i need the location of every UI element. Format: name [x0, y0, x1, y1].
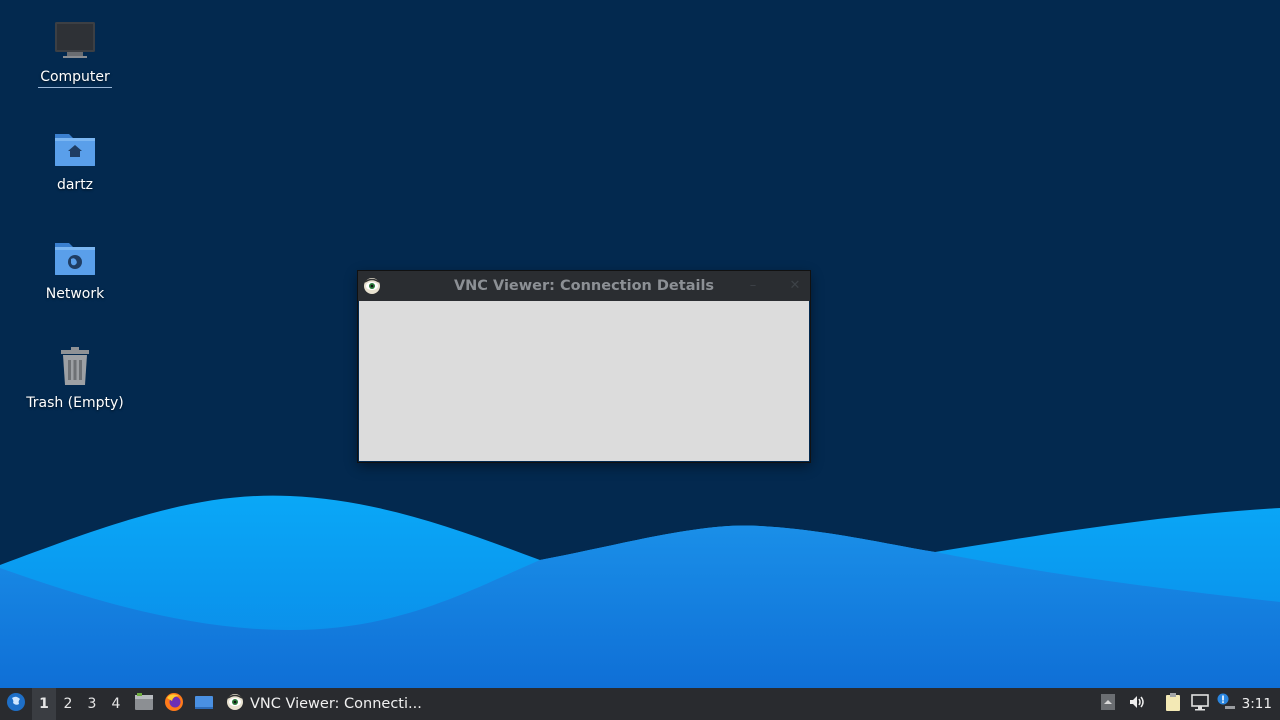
start-menu-button[interactable] — [2, 688, 30, 720]
firefox-icon — [164, 692, 184, 716]
trash-icon — [53, 346, 97, 390]
window-title: VNC Viewer: Connection Details — [453, 278, 715, 294]
desktop-icon-network[interactable]: Network — [20, 237, 130, 302]
desktop-icon-label: Computer — [38, 69, 112, 88]
desktop-icon-label: Network — [45, 286, 105, 302]
firefox-launcher[interactable] — [162, 688, 186, 720]
desktop-icon-home-folder[interactable]: dartz — [20, 128, 130, 193]
desktop-icon-trash[interactable]: Trash (Empty) — [20, 346, 130, 411]
network-folder-icon — [53, 237, 97, 281]
volume-icon — [1128, 693, 1146, 715]
volume-button[interactable] — [1126, 688, 1148, 720]
task-label: VNC Viewer: Connecti... — [250, 696, 422, 712]
taskbar: 1 2 3 4 VNC Viewer: Connecti... 3:11 — [0, 688, 1280, 720]
home-folder-icon — [53, 128, 97, 172]
tray-expand-icon — [1100, 693, 1116, 715]
taskbar-window-button-vnc[interactable]: VNC Viewer: Connecti... — [222, 688, 426, 720]
vnc-viewer-icon — [226, 693, 244, 715]
file-manager-icon — [134, 692, 154, 716]
desktop-icon-label: dartz — [56, 177, 94, 193]
network-icon — [1190, 693, 1210, 715]
clock[interactable]: 3:11 — [1242, 688, 1272, 720]
desktop-icon-computer[interactable]: Computer — [20, 20, 130, 88]
workspace-2[interactable]: 2 — [56, 688, 80, 720]
clipboard-button[interactable] — [1162, 688, 1184, 720]
network-button[interactable] — [1189, 688, 1211, 720]
desktop-icon — [194, 692, 214, 716]
computer-icon — [53, 20, 97, 64]
update-notifier-icon — [1216, 692, 1236, 716]
vnc-connection-details-window[interactable]: VNC Viewer: Connection Details – ✕ — [358, 271, 810, 462]
window-content-area — [359, 301, 809, 461]
tray-expand-button[interactable] — [1098, 688, 1118, 720]
start-menu-icon — [6, 692, 26, 716]
clipboard-icon — [1164, 692, 1182, 716]
workspace-1[interactable]: 1 — [32, 688, 56, 720]
show-desktop-launcher[interactable] — [192, 688, 216, 720]
desktop-icon-label: Trash (Empty) — [26, 395, 124, 411]
workspace-4[interactable]: 4 — [104, 688, 128, 720]
file-manager-launcher[interactable] — [132, 688, 156, 720]
workspace-3[interactable]: 3 — [80, 688, 104, 720]
minimize-button[interactable]: – — [744, 277, 762, 295]
window-titlebar[interactable]: VNC Viewer: Connection Details – ✕ — [358, 271, 810, 301]
close-button[interactable]: ✕ — [786, 277, 804, 295]
update-notifier-button[interactable] — [1215, 688, 1237, 720]
